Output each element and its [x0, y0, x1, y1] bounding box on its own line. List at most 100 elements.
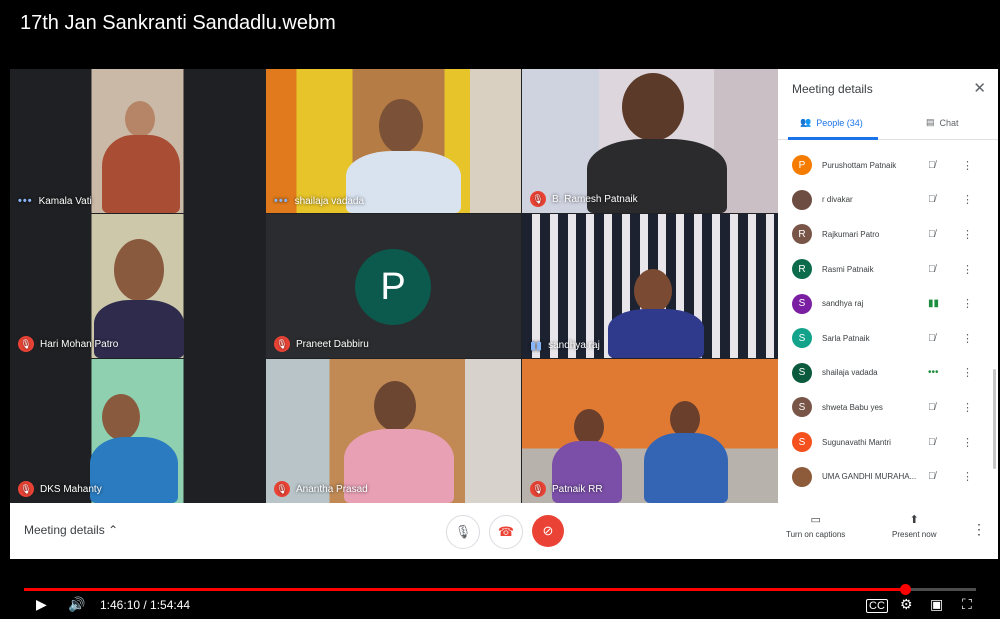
mic-off-icon: 🎙: [530, 191, 546, 207]
mic-off-icon: 🎙̸: [928, 471, 936, 483]
participant-avatar: S: [792, 432, 812, 453]
chevron-up-icon: ⌃: [108, 523, 119, 537]
participant-name: Patnaik RR: [552, 483, 603, 495]
participant-name: Kamala Vati: [38, 195, 92, 207]
audio-dots-icon: •••: [274, 195, 289, 207]
participant-row[interactable]: Sshweta Babu yes 🎙̸ ⋮: [778, 390, 998, 425]
microphone-icon: 🎙: [454, 524, 472, 539]
mic-off-icon: 🎙̸: [928, 401, 936, 413]
participant-name: shailaja vadada: [822, 368, 878, 378]
participant-row[interactable]: Sshailaja vadada ••• ⋮: [778, 356, 998, 391]
tab-people[interactable]: 👥 People (34): [800, 117, 863, 128]
panel-tabs: 👥 People (34) ▤ Chat: [778, 111, 998, 140]
audio-dots-icon: •••: [18, 195, 33, 207]
more-options-icon[interactable]: ⋮: [962, 263, 973, 276]
participant-avatar: R: [792, 224, 812, 245]
participant-tile[interactable]: 🎙 Anantha Prasad: [266, 359, 521, 503]
participant-avatar: P: [792, 155, 812, 176]
tab-chat-label: Chat: [939, 117, 959, 128]
mic-off-icon: 🎙: [274, 481, 290, 497]
more-options-icon[interactable]: ⋮: [962, 159, 973, 172]
meeting-details-toggle[interactable]: Meeting details ⌃: [24, 523, 118, 537]
more-options-icon[interactable]: ⋮: [962, 366, 973, 379]
participant-row[interactable]: R Rajkumari Patro 🎙̸ ⋮: [778, 217, 998, 252]
participant-face: [379, 99, 423, 153]
settings-icon[interactable]: ⚙: [900, 596, 913, 613]
active-tab-indicator: [788, 137, 878, 140]
participant-name: Sarla Patnaik: [822, 333, 870, 343]
tile-name-row: 🎙 Hari Mohan Patro: [18, 336, 118, 352]
participant-name: sandhya raj: [822, 299, 864, 309]
participant-tile[interactable]: ▮▮ sandhya raj: [522, 214, 778, 358]
participant-row[interactable]: R Rasmi Patnaik 🎙̸ ⋮: [778, 252, 998, 287]
miniplayer-icon[interactable]: ▣: [930, 596, 943, 613]
hang-up-icon: ☎: [497, 524, 515, 539]
subtitles-icon[interactable]: CC: [866, 599, 888, 613]
participant-tile[interactable]: 🎙 Hari Mohan Patro: [10, 214, 265, 358]
progress-knob[interactable]: [899, 584, 911, 595]
mic-off-icon: 🎙̸: [928, 332, 936, 344]
participant-name: Anantha Prasad: [296, 483, 368, 495]
participant-tile[interactable]: 🎙 DKS Mahanty: [10, 359, 265, 503]
participant-body: [90, 437, 178, 503]
participant-row[interactable]: S Sarla Patnaik 🎙̸ ⋮: [778, 321, 998, 356]
time-display: 1:46:10 / 1:54:44: [100, 598, 191, 612]
more-options-icon[interactable]: ⋮: [962, 470, 973, 483]
participant-name: shweta Babu yes: [822, 402, 883, 412]
participant-face: [622, 73, 684, 141]
camera-off-button[interactable]: ⊘: [532, 515, 564, 547]
participant-name: Praneet Dabbiru: [296, 338, 369, 350]
more-options-icon[interactable]: ⋮: [962, 401, 973, 414]
more-options-icon[interactable]: ⋮: [972, 521, 986, 538]
more-options-icon[interactable]: ⋮: [962, 193, 973, 206]
participant-face: [574, 409, 604, 445]
more-options-icon[interactable]: ⋮: [962, 436, 973, 449]
tile-name-row: ••• shailaja vadada: [274, 195, 364, 207]
tile-name-row: ••• Kamala Vati: [18, 195, 92, 207]
more-options-icon[interactable]: ⋮: [962, 332, 973, 345]
participant-row[interactable]: r divakar 🎙̸ ⋮: [778, 183, 998, 218]
participant-row[interactable]: P Purushottam Patnaik 🎙̸ ⋮: [778, 148, 998, 183]
participant-face: [374, 381, 416, 431]
volume-icon[interactable]: 🔊: [68, 596, 85, 613]
exit-fullscreen-icon[interactable]: ⛶: [962, 596, 972, 613]
captions-button[interactable]: ▭ Turn on captions: [786, 513, 845, 539]
participant-name: UMA GANDHI MURAHA...: [822, 472, 917, 482]
play-icon[interactable]: ▶: [36, 596, 47, 613]
participant-tile[interactable]: ••• Kamala Vati: [10, 69, 265, 213]
participant-tile[interactable]: ••• shailaja vadada: [266, 69, 521, 213]
participant-tile[interactable]: 🎙 B. Ramesh Patnaik: [522, 69, 778, 213]
video-title: 17th Jan Sankranti Sandadlu.webm: [20, 12, 336, 34]
meeting-controls-bar: Meeting details ⌃ 🎙 ☎ ⊘ ▭ Turn on captio…: [10, 503, 998, 559]
speaking-icon: ▮▮: [928, 298, 940, 310]
participant-avatar: S: [792, 293, 812, 314]
leave-call-button[interactable]: ☎: [489, 515, 523, 549]
participant-body: [102, 135, 180, 213]
mic-off-icon: 🎙: [18, 481, 34, 497]
scrollbar[interactable]: [993, 369, 996, 469]
participant-name: Rajkumari Patro: [822, 229, 880, 239]
participant-name: DKS Mahanty: [40, 483, 102, 495]
tab-chat[interactable]: ▤ Chat: [926, 117, 959, 128]
microphone-button[interactable]: 🎙: [446, 515, 480, 549]
participant-row[interactable]: Ssandhya raj ▮▮ ⋮: [778, 286, 998, 321]
more-options-icon[interactable]: ⋮: [962, 297, 973, 310]
mic-off-icon: 🎙̸: [928, 228, 936, 240]
participant-name: B. Ramesh Patnaik: [552, 193, 638, 205]
participant-row[interactable]: UMA GANDHI MURAHA... 🎙̸ ⋮: [778, 459, 998, 494]
participant-name: r divakar: [822, 195, 853, 205]
participant-tile[interactable]: P 🎙 Praneet Dabbiru: [266, 214, 521, 358]
tile-name-row: 🎙 Praneet Dabbiru: [274, 336, 369, 352]
close-icon[interactable]: ✕: [973, 79, 986, 97]
more-options-icon[interactable]: ⋮: [962, 228, 973, 241]
present-label: Present now: [892, 530, 937, 539]
participant-row[interactable]: S Sugunavathi Mantri 🎙̸ ⋮: [778, 425, 998, 460]
present-now-button[interactable]: ⬆ Present now: [892, 513, 936, 539]
participant-list: P Purushottam Patnaik 🎙̸ ⋮ r divakar 🎙̸ ⋮ R Rajk…: [778, 148, 998, 494]
mic-off-icon: 🎙̸: [928, 436, 936, 448]
participant-avatar: P: [355, 249, 431, 325]
meeting-details-panel: Meeting details ✕ 👥 People (34) ▤ Chat P…: [778, 69, 998, 503]
video-progress-bar[interactable]: [24, 584, 976, 595]
participant-tile[interactable]: 🎙 Patnaik RR: [522, 359, 778, 503]
participant-face: [670, 401, 700, 437]
